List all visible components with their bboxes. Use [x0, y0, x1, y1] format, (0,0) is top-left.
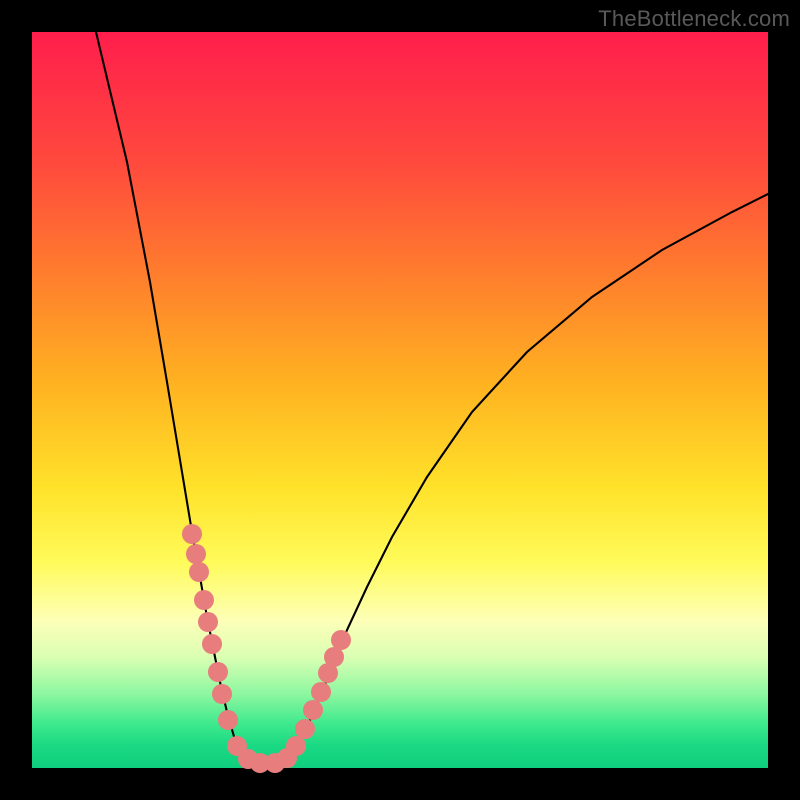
scatter-left	[182, 524, 270, 773]
curve-left-branch	[96, 32, 260, 764]
chart-frame: TheBottleneck.com	[0, 0, 800, 800]
data-point	[286, 736, 306, 756]
data-point	[218, 710, 238, 730]
plot-area	[32, 32, 768, 768]
data-point	[189, 562, 209, 582]
data-point	[295, 719, 315, 739]
data-point	[194, 590, 214, 610]
data-point	[202, 634, 222, 654]
data-point	[182, 524, 202, 544]
scatter-right	[265, 630, 351, 773]
data-point	[198, 612, 218, 632]
data-point	[208, 662, 228, 682]
data-point	[331, 630, 351, 650]
data-point	[212, 684, 232, 704]
data-point	[186, 544, 206, 564]
watermark-text: TheBottleneck.com	[598, 6, 790, 32]
data-point	[303, 700, 323, 720]
curve-layer	[32, 32, 768, 768]
data-point	[311, 682, 331, 702]
